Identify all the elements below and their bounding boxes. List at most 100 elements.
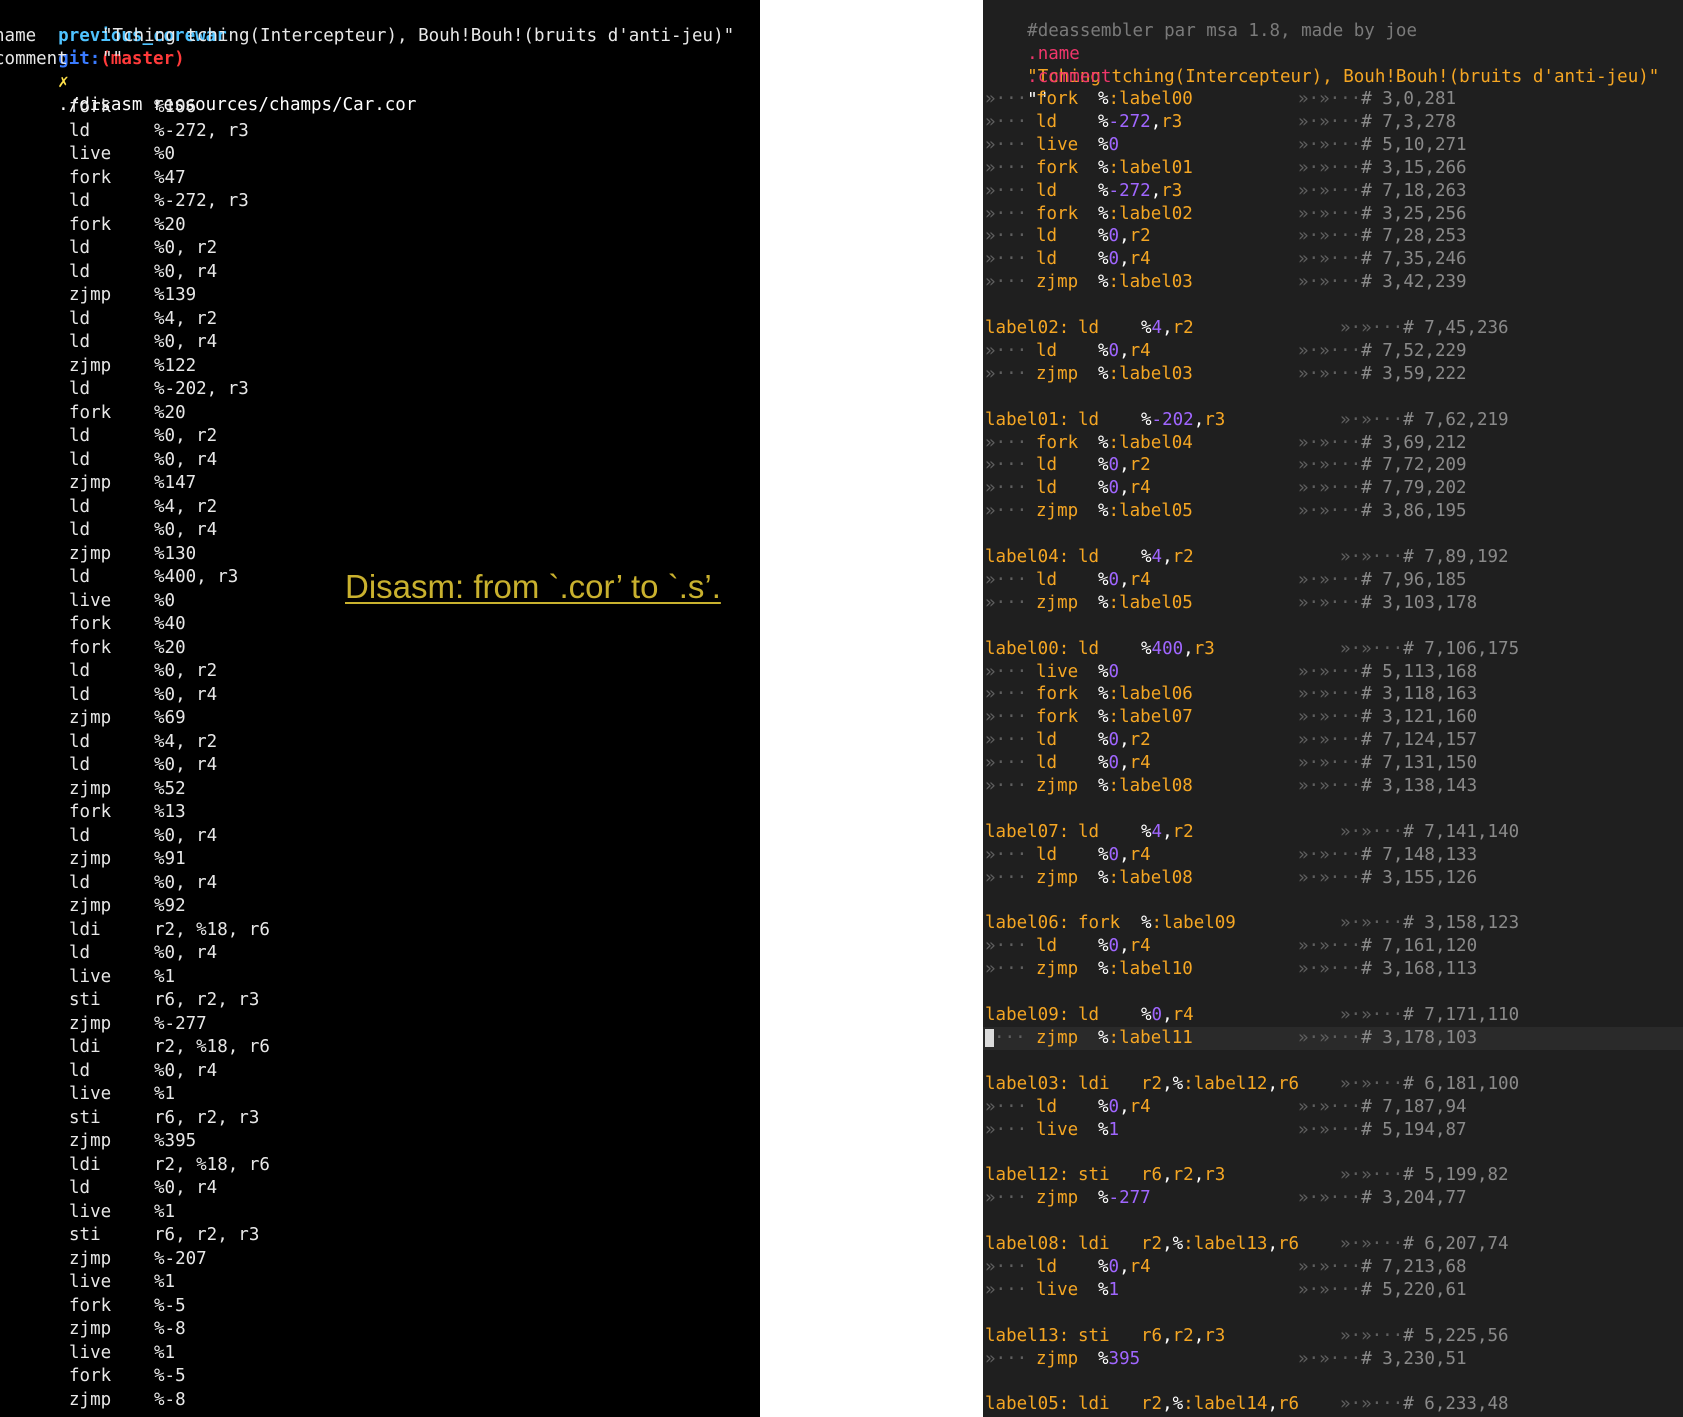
code-operands: %:label08 xyxy=(1098,867,1193,888)
code-comment: »·»···# 5,220,61 xyxy=(1298,1279,1467,1300)
code-line[interactable]: label03: ldi r2,%:label12,r6 »·»···# 6,181,… xyxy=(983,1073,1683,1096)
code-operands: %0,r2 xyxy=(1098,226,1151,247)
code-line[interactable]: »··· ld %0,r4 »·»···# 7,79,202 xyxy=(983,477,1683,500)
code-line[interactable]: »··· live %1 »·»···# 5,220,61 xyxy=(983,1279,1683,1302)
code-line[interactable]: label01: ld %-202,r3 »·»···# 7,62,219 xyxy=(983,409,1683,432)
code-comment: »·»···# 3,178,103 xyxy=(1298,1027,1478,1048)
opcode: ld xyxy=(69,943,91,963)
code-line[interactable]: label00: ld %400,r3 »·»···# 7,106,175 xyxy=(983,638,1683,661)
code-label: label07: xyxy=(985,821,1070,842)
code-line[interactable]: »··· fork %:label04 »·»···# 3,69,212 xyxy=(983,432,1683,455)
code-line[interactable]: »··· zjmp %:label08 »·»···# 3,138,143 xyxy=(983,775,1683,798)
operands: r2, %18, r6 xyxy=(154,919,270,940)
code-opcode: zjmp xyxy=(1036,363,1079,384)
code-line[interactable]: »··· ld %0,r2 »·»···# 7,28,253 xyxy=(983,225,1683,248)
code-line[interactable]: »··· ld %0,r4 »·»···# 7,161,120 xyxy=(983,935,1683,958)
code-line[interactable]: »··· ld %0,r4 »·»···# 7,148,133 xyxy=(983,844,1683,867)
code-line[interactable]: label05: ldi r2,%:label14,r6 »·»···# 6,233,… xyxy=(983,1393,1683,1416)
code-line[interactable]: »··· ld %0,r4 »·»···# 7,35,246 xyxy=(983,248,1683,271)
code-line[interactable]: »··· fork %:label07 »·»···# 3,121,160 xyxy=(983,706,1683,729)
indent-marker: »··· xyxy=(985,111,1028,132)
asm-line: ld %4, r2 xyxy=(0,496,760,519)
code-line[interactable]: »··· ld %-272,r3 »·»···# 7,18,263 xyxy=(983,180,1683,203)
caption: Disasm: from `.cor’ to `.s’. xyxy=(345,568,721,605)
code-label: label06: xyxy=(985,913,1070,934)
code-line[interactable]: label09: ld %0,r4 »·»···# 7,171,110 xyxy=(983,1004,1683,1027)
asm-line: fork %40 xyxy=(0,613,760,636)
code-comment: »·»···# 7,62,219 xyxy=(1340,409,1509,430)
code-comment: »·»···# 7,96,185 xyxy=(1298,569,1467,590)
code-line[interactable]: »··· fork %:label02 »·»···# 3,25,256 xyxy=(983,203,1683,226)
code-line[interactable]: »··· ld %0,r4 »·»···# 7,131,150 xyxy=(983,752,1683,775)
code-line[interactable]: »··· live %1 »·»···# 5,194,87 xyxy=(983,1119,1683,1142)
code-line[interactable]: ··· zjmp %:label11 »·»···# 3,178,103 xyxy=(983,1026,1683,1050)
code-line[interactable]: label02: ld %4,r2 »·»···# 7,45,236 xyxy=(983,317,1683,340)
asm-line: ld %4, r2 xyxy=(0,731,760,754)
code-line[interactable]: »··· zjmp %-277 »·»···# 3,204,77 xyxy=(983,1187,1683,1210)
asm-line: ld %0, r4 xyxy=(0,1177,760,1200)
code-comment: »·»···# 5,225,56 xyxy=(1340,1325,1509,1346)
operands: %1 xyxy=(154,1272,176,1292)
code-operands: %:label05 xyxy=(1098,501,1193,522)
code-comment: »·»···# 3,121,160 xyxy=(1298,707,1478,728)
operands: %106 xyxy=(154,97,197,117)
code-line[interactable]: »··· ld %0,r4 »·»···# 7,213,68 xyxy=(983,1256,1683,1279)
code-comment: »·»···# 7,213,68 xyxy=(1298,1256,1467,1277)
code-line[interactable]: »··· ld %0,r2 »·»···# 7,72,209 xyxy=(983,454,1683,477)
code-opcode: ld xyxy=(1036,753,1058,774)
code-operands: %:label10 xyxy=(1098,959,1193,980)
code-line[interactable]: »··· ld %0,r4 »·»···# 7,187,94 xyxy=(983,1096,1683,1119)
shell-prompt: previous_corewar git:(master) ✗ ./disasm… xyxy=(16,2,416,115)
operands: %0, r2 xyxy=(154,238,218,258)
code-line[interactable]: »··· zjmp %:label05 »·»···# 3,103,178 xyxy=(983,592,1683,615)
code-line[interactable]: label12: sti r6,r2,r3 »·»···# 5,199,82 xyxy=(983,1164,1683,1187)
code-comment: »·»···# 7,171,110 xyxy=(1340,1005,1520,1025)
editor-window[interactable]: #deassembler par msa 1.8, made by joe .n… xyxy=(983,0,1683,1417)
code-line[interactable]: »··· ld %-272,r3 »·»···# 7,3,278 xyxy=(983,111,1683,134)
code-line[interactable]: »··· zjmp %:label10 »·»···# 3,168,113 xyxy=(983,958,1683,981)
code-line[interactable]: »··· zjmp %395 »·»···# 3,230,51 xyxy=(983,1348,1683,1371)
code-line[interactable]: »··· live %0 »·»···# 5,113,168 xyxy=(983,661,1683,684)
code-line[interactable]: label08: ldi r2,%:label13,r6 »·»···# 6,207,… xyxy=(983,1233,1683,1256)
code-line[interactable]: label06: fork %:label09 »·»···# 3,158,123 xyxy=(983,912,1683,935)
opcode: live xyxy=(69,1201,112,1222)
code-operands: %4,r2 xyxy=(1141,318,1194,338)
opcode: zjmp xyxy=(69,1248,112,1269)
code-line[interactable]: »··· fork %:label00 »·»···# 3,0,281 xyxy=(983,88,1683,111)
code-line[interactable]: »··· zjmp %:label05 »·»···# 3,86,195 xyxy=(983,500,1683,523)
operands: %0, r4 xyxy=(154,449,218,470)
code-opcode: fork xyxy=(1036,707,1079,728)
code-operands: %0,r4 xyxy=(1098,1256,1151,1277)
code-line[interactable]: »··· ld %0,r4 »·»···# 7,52,229 xyxy=(983,340,1683,363)
code-line[interactable]: »··· zjmp %:label08 »·»···# 3,155,126 xyxy=(983,867,1683,890)
opcode: live xyxy=(69,1342,112,1363)
code-opcode: ld xyxy=(1036,478,1058,499)
opcode: ld xyxy=(69,872,91,893)
code-line[interactable]: »··· zjmp %:label03 »·»···# 3,42,239 xyxy=(983,271,1683,294)
code-line[interactable]: »··· ld %0,r4 »·»···# 7,96,185 xyxy=(983,569,1683,592)
code-label: label13: xyxy=(985,1325,1070,1346)
operands: %92 xyxy=(154,896,186,916)
opcode: ld xyxy=(69,120,91,141)
code-comment: »·»···# 7,18,263 xyxy=(1298,180,1467,201)
code-operands: %:label00 xyxy=(1098,89,1193,109)
comment-directive-line: .comment "" xyxy=(985,43,1683,110)
comment-directive: .comment xyxy=(1027,67,1112,87)
code-comment: »·»···# 7,148,133 xyxy=(1298,844,1478,865)
code-line[interactable]: label07: ld %4,r2 »·»···# 7,141,140 xyxy=(983,821,1683,844)
code-line[interactable]: »··· live %0 »·»···# 5,10,271 xyxy=(983,134,1683,157)
asm-line: live %1 xyxy=(0,966,760,989)
code-line[interactable]: label13: sti r6,r2,r3 »·»···# 5,225,56 xyxy=(983,1325,1683,1348)
code-operands: %0 xyxy=(1098,661,1120,682)
code-comment: »·»···# 6,181,100 xyxy=(1340,1073,1520,1094)
operands: %1 xyxy=(154,1201,176,1222)
code-comment: »·»···# 3,138,143 xyxy=(1298,776,1478,796)
code-line[interactable]: »··· fork %:label06 »·»···# 3,118,163 xyxy=(983,683,1683,706)
indent-marker: »··· xyxy=(985,226,1028,247)
code-line[interactable]: »··· fork %:label01 »·»···# 3,15,266 xyxy=(983,157,1683,180)
code-comment: »·»···# 5,113,168 xyxy=(1298,661,1478,682)
code-line[interactable]: »··· zjmp %:label03 »·»···# 3,59,222 xyxy=(983,363,1683,386)
code-line[interactable]: »··· ld %0,r2 »·»···# 7,124,157 xyxy=(983,729,1683,752)
code-line[interactable]: label04: ld %4,r2 »·»···# 7,89,192 xyxy=(983,546,1683,569)
opcode: ldi xyxy=(69,1154,101,1175)
